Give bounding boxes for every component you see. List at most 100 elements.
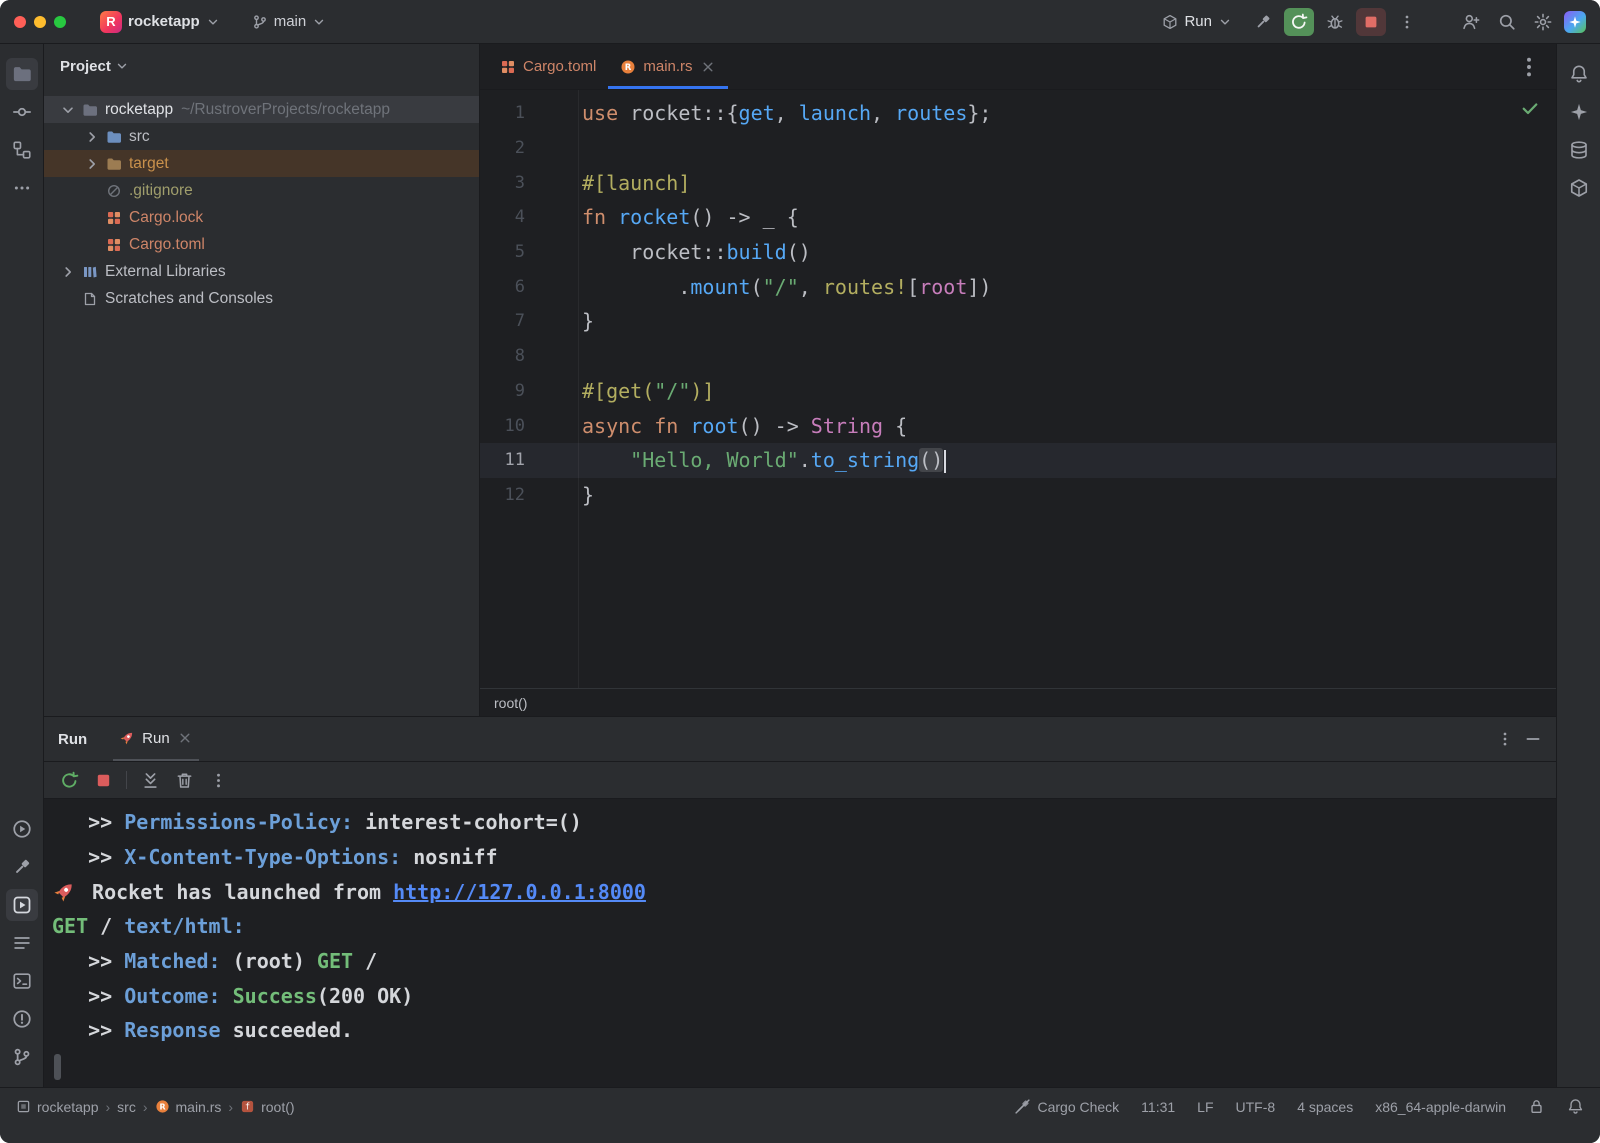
titlebar-actions: Run: [1156, 8, 1586, 36]
problems-tool-button[interactable]: [6, 1003, 38, 1035]
close-icon[interactable]: [700, 59, 716, 75]
ignored-icon: [106, 183, 122, 199]
run-panel-more-button[interactable]: [1496, 730, 1514, 748]
console-link[interactable]: http://127.0.0.1:8000: [393, 880, 646, 904]
toolchain-widget[interactable]: x86_64-apple-darwin: [1375, 1099, 1506, 1115]
todo-tool-button[interactable]: [6, 927, 38, 959]
chevron-right-icon[interactable]: [84, 129, 100, 145]
status-crumb-rocketapp[interactable]: rocketapp: [16, 1099, 98, 1115]
tree-item-target[interactable]: target: [44, 150, 479, 177]
rerun-button[interactable]: [58, 769, 80, 791]
readonly-widget[interactable]: [1528, 1098, 1545, 1115]
console-output[interactable]: >> Permissions-Policy: interest-cohort=(…: [44, 799, 1556, 1087]
tree-item-cargo-lock[interactable]: Cargo.lock: [44, 204, 479, 231]
run-panel-title: Run: [58, 731, 87, 748]
status-crumb-main-rs[interactable]: Rmain.rs: [155, 1099, 222, 1115]
close-window-button[interactable]: [14, 16, 26, 28]
code-editor[interactable]: 1use rocket::{get, launch, routes};23#[l…: [480, 90, 1556, 688]
code-line-6[interactable]: 6 .mount("/", routes![root]): [480, 269, 1556, 304]
scratch-icon: [82, 291, 98, 307]
services-tool-button[interactable]: [6, 813, 38, 845]
run-tool-button[interactable]: [6, 889, 38, 921]
structure-tool-button[interactable]: [6, 134, 38, 166]
tab-cargo-toml[interactable]: Cargo.toml: [488, 44, 608, 89]
console-text: GET: [317, 949, 353, 973]
code-line-10[interactable]: 10async fn root() -> String {: [480, 408, 1556, 443]
breadcrumb[interactable]: root(): [494, 695, 527, 711]
gear-icon: [1534, 13, 1552, 31]
notifications-widget[interactable]: [1567, 1098, 1584, 1115]
build-tool-button[interactable]: [6, 851, 38, 883]
tree-item-src[interactable]: src: [44, 123, 479, 150]
code-token: () -> _ {: [690, 205, 798, 229]
status-crumb-src[interactable]: src: [117, 1099, 136, 1115]
chevron-right-icon[interactable]: [60, 264, 76, 280]
code-line-5[interactable]: 5 rocket::build(): [480, 235, 1556, 270]
stop-button[interactable]: [92, 769, 114, 791]
clear-output-button[interactable]: [173, 769, 195, 791]
debug-button[interactable]: [1320, 8, 1350, 36]
scroll-to-end-button[interactable]: [139, 769, 161, 791]
console-text: (200 OK): [317, 984, 413, 1008]
tree-item-scratches-and-consoles[interactable]: Scratches and Consoles: [44, 285, 479, 312]
ai-assistant-button[interactable]: [1564, 11, 1586, 33]
terminal-tool-button[interactable]: [6, 965, 38, 997]
minimize-window-button[interactable]: [34, 16, 46, 28]
inspections-ok-icon[interactable]: [1520, 98, 1540, 118]
code-line-1[interactable]: 1use rocket::{get, launch, routes};: [480, 96, 1556, 131]
code-line-12[interactable]: 12}: [480, 478, 1556, 513]
run-content-tab[interactable]: Run: [113, 717, 199, 761]
code-line-9[interactable]: 9#[get("/")]: [480, 374, 1556, 409]
tree-item-cargo-toml[interactable]: Cargo.toml: [44, 231, 479, 258]
commit-tool-button[interactable]: [6, 96, 38, 128]
code-line-3[interactable]: 3#[launch]: [480, 165, 1556, 200]
caret-position-widget[interactable]: 11:31: [1141, 1099, 1175, 1115]
hide-panel-button[interactable]: [1524, 730, 1542, 748]
branch-widget[interactable]: main: [244, 9, 335, 34]
ai-assistant-tool-button[interactable]: [1563, 96, 1595, 128]
stop-button[interactable]: [1356, 8, 1386, 36]
status-crumb-root[interactable]: froot(): [240, 1099, 294, 1115]
database-tool-button[interactable]: [1563, 134, 1595, 166]
titlebar: R rocketapp main Run: [0, 0, 1600, 44]
console-more-button[interactable]: [207, 769, 229, 791]
code-line-8[interactable]: 8: [480, 339, 1556, 374]
project-tree: rocketapp~/RustroverProjects/rocketappsr…: [44, 88, 479, 312]
code-line-4[interactable]: 4fn rocket() -> _ {: [480, 200, 1556, 235]
run-configuration-selector[interactable]: Run: [1156, 9, 1238, 34]
indent-widget[interactable]: 4 spaces: [1297, 1099, 1353, 1115]
settings-button[interactable]: [1528, 8, 1558, 36]
close-icon[interactable]: [177, 730, 193, 746]
line-number: 12: [480, 485, 578, 505]
chevron-down-icon: [1218, 15, 1232, 29]
zoom-window-button[interactable]: [54, 16, 66, 28]
editor-area: Cargo.tomlRmain.rs 1use rocket::{get, la…: [480, 44, 1556, 716]
console-text: Response: [124, 1018, 220, 1042]
version-control-tool-button[interactable]: [6, 1041, 38, 1073]
cargo-check-widget[interactable]: Cargo Check: [1014, 1098, 1119, 1115]
chevron-right-icon[interactable]: [84, 156, 100, 172]
project-widget[interactable]: R rocketapp: [92, 7, 228, 37]
tree-item-external-libraries[interactable]: External Libraries: [44, 258, 479, 285]
tab-main-rs[interactable]: Rmain.rs: [608, 44, 727, 89]
tab-options-button[interactable]: [1516, 54, 1542, 80]
more-actions-button[interactable]: [1392, 8, 1422, 36]
run-button[interactable]: [1284, 8, 1314, 36]
encoding-widget[interactable]: UTF-8: [1236, 1099, 1276, 1115]
more-tool-windows-button[interactable]: [6, 172, 38, 204]
search-everywhere-button[interactable]: [1492, 8, 1522, 36]
chevron-down-icon: [115, 59, 129, 73]
project-panel-header[interactable]: Project: [44, 44, 479, 88]
notifications-button[interactable]: [1563, 58, 1595, 90]
project-tool-button[interactable]: [6, 58, 38, 90]
build-button[interactable]: [1248, 8, 1278, 36]
code-line-7[interactable]: 7}: [480, 304, 1556, 339]
tree-item-rocketapp[interactable]: rocketapp~/RustroverProjects/rocketapp: [44, 96, 479, 123]
tree-item-gitignore[interactable]: .gitignore: [44, 177, 479, 204]
code-line-11[interactable]: 11 "Hello, World".to_string(): [480, 443, 1556, 478]
code-line-2[interactable]: 2: [480, 131, 1556, 166]
code-with-me-button[interactable]: [1456, 8, 1486, 36]
cargo-tool-button[interactable]: [1563, 172, 1595, 204]
chevron-down-icon[interactable]: [60, 102, 76, 118]
line-separator-widget[interactable]: LF: [1197, 1099, 1213, 1115]
